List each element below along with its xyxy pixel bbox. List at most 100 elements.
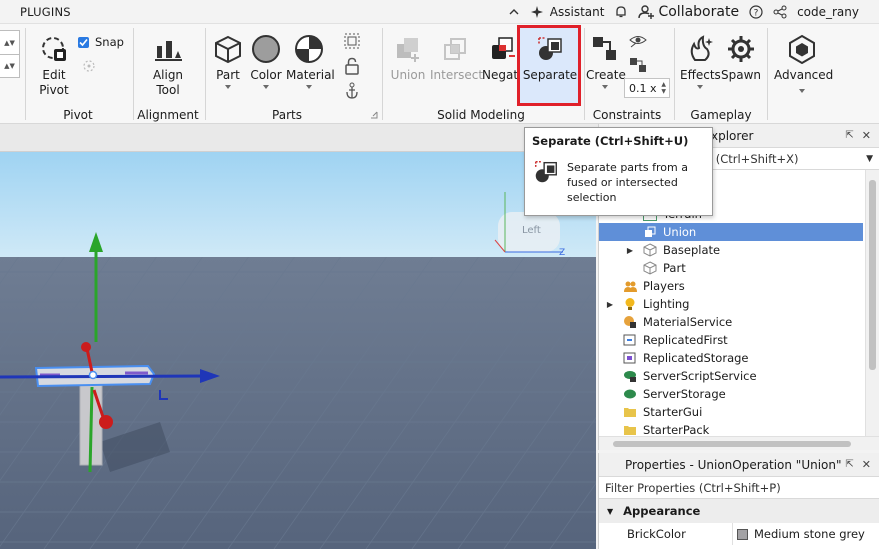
separate-icon — [538, 37, 562, 60]
username[interactable]: code_rany — [797, 5, 859, 19]
snap-target-icon[interactable] — [81, 58, 97, 74]
undock-icon[interactable]: ⇱ — [845, 130, 853, 141]
spawn-gear-icon — [728, 36, 754, 62]
tree-item-players[interactable]: Players — [599, 277, 863, 295]
tree-item-union[interactable]: Union — [599, 223, 863, 241]
scrollbar-thumb[interactable] — [869, 180, 876, 370]
material-icon — [295, 35, 323, 63]
spawn-button[interactable]: Spawn — [721, 34, 761, 83]
constraints-group-label: Constraints — [592, 108, 662, 122]
join-surfaces-icon[interactable] — [628, 56, 648, 74]
anchor-icon[interactable] — [344, 82, 360, 100]
snap-checkbox[interactable] — [78, 36, 89, 48]
assistant-button[interactable]: Assistant — [530, 5, 604, 19]
replicated-storage-icon — [623, 351, 637, 365]
tree-item-serverstorage[interactable]: ServerStorage — [599, 385, 863, 403]
snap-toggle[interactable]: Snap — [78, 35, 124, 49]
increment-stepper[interactable]: 0.1 x ▲ ▼ — [624, 78, 670, 98]
spinner-stub[interactable]: ▲▼ ▲▼ — [0, 30, 20, 78]
edit-pivot-button[interactable]: Edit Pivot — [34, 34, 74, 98]
constraint-visibility-icon[interactable] — [628, 31, 648, 49]
collaborate-button[interactable]: Collaborate — [638, 4, 739, 20]
properties-filter-input[interactable]: Filter Properties (Ctrl+Shift+P) — [599, 477, 879, 499]
material-button[interactable]: Material — [286, 34, 335, 89]
brickcolor-swatch[interactable] — [737, 528, 748, 540]
group-icon[interactable] — [343, 32, 361, 50]
create-constraint-button[interactable]: Create — [586, 34, 626, 89]
union-icon — [643, 225, 657, 239]
advanced-label: Advanced — [774, 68, 834, 82]
separate-button[interactable]: Separate — [522, 34, 578, 83]
separator — [674, 28, 675, 120]
plugins-tab[interactable]: PLUGINS — [20, 5, 71, 19]
part-button[interactable]: Part — [212, 34, 244, 89]
explorer-hscrollbar[interactable] — [599, 436, 879, 450]
undock-icon[interactable]: ⇱ — [845, 459, 853, 470]
starter-gui-icon — [623, 405, 637, 419]
share-icon[interactable] — [773, 5, 787, 19]
tree-item-replicatedstorage[interactable]: ReplicatedStorage — [599, 349, 863, 367]
effects-button[interactable]: Effects — [680, 34, 721, 89]
separator — [767, 28, 768, 120]
intersect-icon — [444, 38, 466, 60]
separator — [205, 28, 206, 120]
notifications-bell-icon[interactable] — [614, 5, 628, 19]
lock-icon[interactable] — [344, 57, 360, 75]
color-dropdown-icon[interactable] — [263, 85, 269, 89]
close-icon[interactable]: ✕ — [862, 129, 871, 142]
stepper-arrows-icon[interactable]: ▲ ▼ — [661, 81, 666, 95]
tree-item-materialservice[interactable]: MaterialService — [599, 313, 863, 331]
material-dropdown-icon[interactable] — [306, 85, 312, 89]
tree-item-serverscriptservice[interactable]: ServerScriptService — [599, 367, 863, 385]
intersect-button[interactable]: Intersect — [430, 34, 483, 83]
tree-item-part[interactable]: Part — [599, 259, 863, 277]
brickcolor-row[interactable]: BrickColor Medium stone grey — [599, 523, 879, 545]
pivot-point[interactable] — [88, 370, 98, 380]
properties-panel: Properties - UnionOperation "Union" ⇱ ✕ … — [598, 453, 879, 549]
help-icon[interactable]: ? — [749, 4, 763, 19]
advanced-dropdown-icon[interactable] — [799, 89, 805, 93]
tree-item-baseplate[interactable]: ▶ Baseplate — [599, 241, 863, 259]
expand-arrow-icon[interactable]: ▶ — [625, 246, 635, 255]
hscrollbar-thumb[interactable] — [613, 441, 851, 447]
color-button[interactable]: Color — [248, 34, 284, 89]
x-axis-knob-lower[interactable] — [99, 415, 113, 429]
appearance-section-header[interactable]: ▼ Appearance — [599, 499, 879, 523]
chevron-up-icon[interactable] — [508, 6, 520, 18]
create-dropdown-icon[interactable] — [602, 85, 608, 89]
union-button[interactable]: Union — [390, 34, 426, 83]
close-icon[interactable]: ✕ — [862, 458, 871, 471]
chevron-down-icon[interactable]: ▼ — [866, 154, 873, 164]
expand-arrow-icon[interactable]: ▶ — [605, 300, 615, 309]
tree-item-lighting[interactable]: ▶ Lighting — [599, 295, 863, 313]
negate-button[interactable]: Negate — [482, 34, 525, 83]
effects-icon — [690, 35, 713, 61]
part-icon — [643, 261, 657, 275]
tree-item-replicatedfirst[interactable]: ReplicatedFirst — [599, 331, 863, 349]
alignment-group-label: Alignment — [137, 108, 199, 122]
explorer-scrollbar[interactable] — [865, 170, 879, 436]
sparkle-icon — [530, 5, 543, 18]
align-tool-icon — [155, 41, 182, 61]
solid-modeling-group-label: Solid Modeling — [437, 108, 525, 122]
expand-group-icon[interactable] — [370, 111, 378, 119]
view-cube-face-label: Left — [522, 225, 541, 236]
create-constraint-icon — [593, 37, 616, 60]
add-user-icon — [638, 4, 655, 19]
3d-viewport[interactable]: Left Z — [0, 152, 596, 549]
tree-item-startergui[interactable]: StarterGui — [599, 403, 863, 421]
properties-header: Properties - UnionOperation "Union" ⇱ ✕ — [599, 453, 879, 477]
part-dropdown-icon[interactable] — [225, 85, 231, 89]
brickcolor-value[interactable]: Medium stone grey — [754, 527, 865, 541]
properties-filter-placeholder: Filter Properties (Ctrl+Shift+P) — [605, 480, 781, 495]
view-cube-z-axis: Z — [559, 248, 565, 258]
explorer-filter-placeholder: e (Ctrl+Shift+X) — [705, 151, 799, 166]
align-tool-button[interactable]: Align Tool — [145, 34, 191, 98]
pivot-group-label: Pivot — [63, 108, 93, 122]
effects-dropdown-icon[interactable] — [697, 85, 703, 89]
advanced-button[interactable]: Advanced — [774, 34, 834, 93]
x-axis-knob[interactable] — [81, 342, 91, 352]
z-axis-handle[interactable] — [0, 374, 206, 379]
collapse-arrow-icon[interactable]: ▼ — [607, 507, 613, 516]
separator — [25, 28, 26, 120]
